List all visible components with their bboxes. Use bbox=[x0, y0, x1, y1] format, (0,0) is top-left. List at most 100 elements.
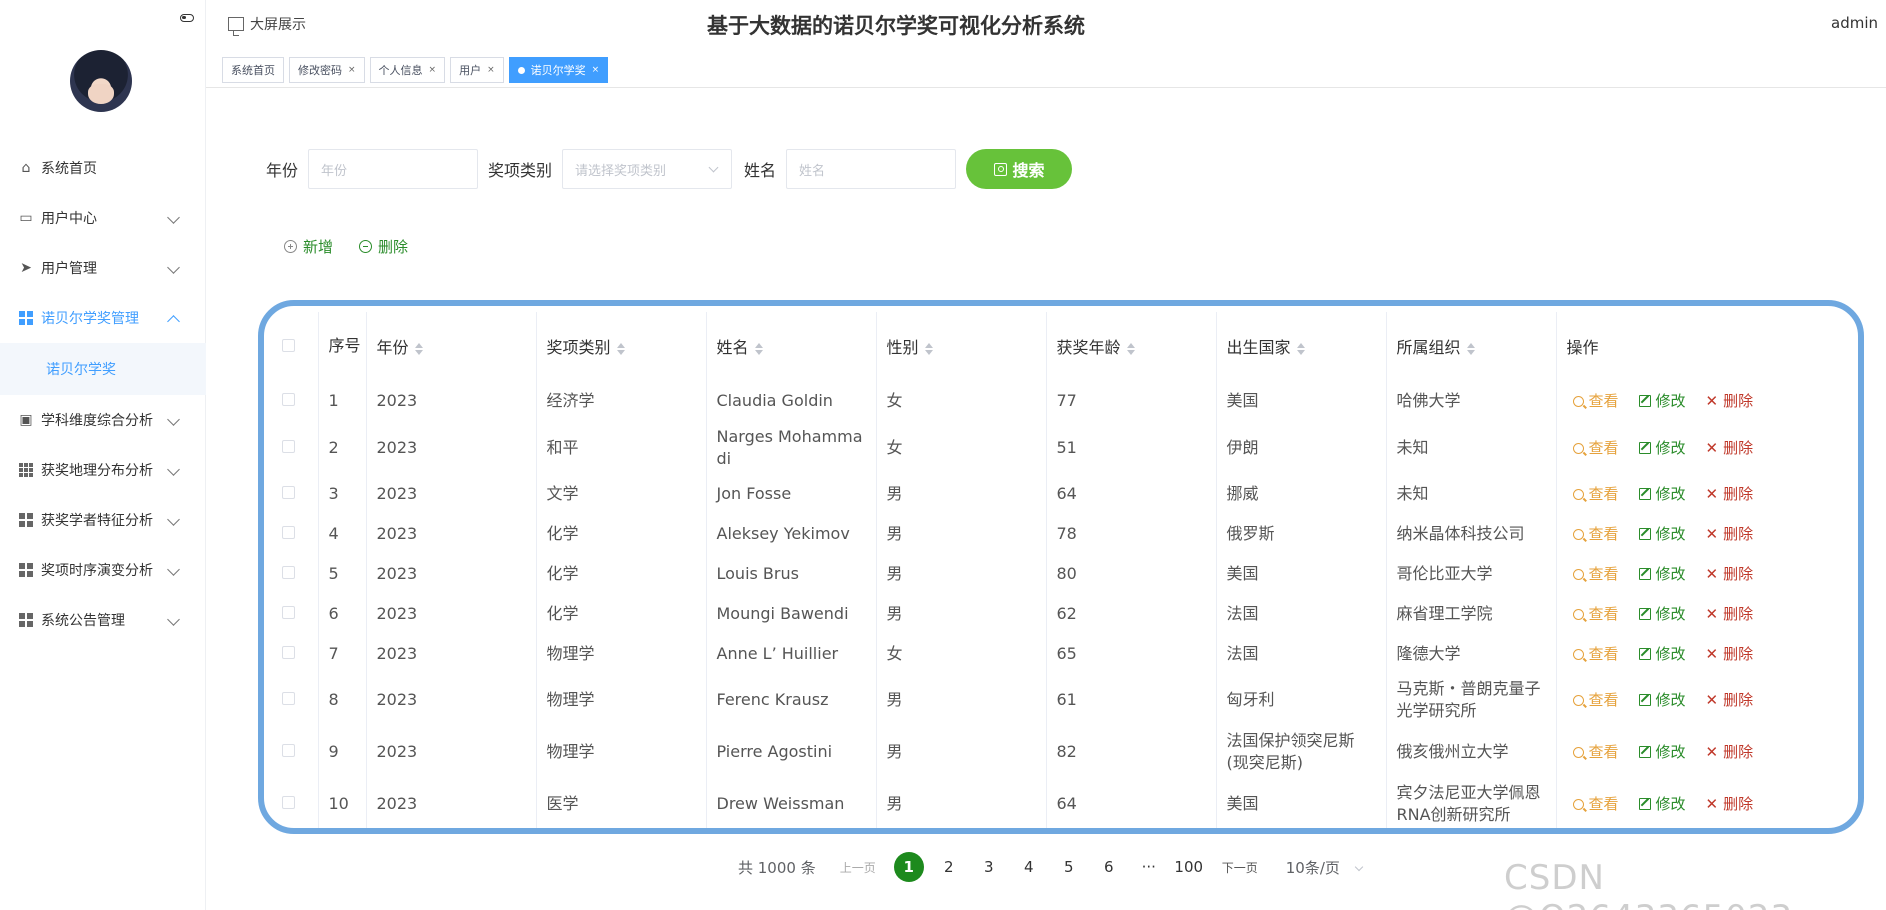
page-5[interactable]: 5 bbox=[1054, 852, 1084, 882]
page-4[interactable]: 4 bbox=[1014, 852, 1044, 882]
row-checkbox[interactable] bbox=[282, 796, 295, 809]
user-name[interactable]: admin bbox=[1831, 14, 1878, 32]
tab-change-password[interactable]: 修改密码 × bbox=[289, 57, 365, 83]
category-cell: 医学 bbox=[536, 778, 707, 828]
edit-button[interactable]: 修改 bbox=[1638, 741, 1686, 763]
sidebar-item-geo-analysis[interactable]: 获奖地理分布分析 bbox=[0, 445, 206, 495]
sort-icon[interactable] bbox=[1296, 342, 1305, 355]
sort-icon[interactable] bbox=[924, 342, 933, 355]
page-2[interactable]: 2 bbox=[934, 852, 964, 882]
tab-user[interactable]: 用户 × bbox=[450, 57, 504, 83]
delete-button[interactable]: ✕ 删除 bbox=[1706, 643, 1754, 665]
row-checkbox[interactable] bbox=[282, 646, 295, 659]
row-checkbox[interactable] bbox=[282, 526, 295, 539]
tab-profile[interactable]: 个人信息 × bbox=[369, 57, 446, 83]
edit-button[interactable]: 修改 bbox=[1638, 689, 1686, 711]
view-button[interactable]: 查看 bbox=[1572, 643, 1619, 665]
select-all-checkbox[interactable] bbox=[282, 338, 295, 352]
delete-button[interactable]: ✕ 删除 bbox=[1706, 741, 1754, 763]
delete-button[interactable]: ✕ 删除 bbox=[1706, 390, 1754, 412]
table-row: 5 2023 化学 Louis Brus 男 80 美国 哥伦比亚大学 查看 修改 ✕ 删除 bbox=[264, 554, 1858, 594]
delete-button[interactable]: ✕ 删除 bbox=[1706, 603, 1754, 625]
sort-icon[interactable] bbox=[1466, 342, 1475, 355]
close-icon[interactable]: × bbox=[592, 65, 600, 75]
sort-icon[interactable] bbox=[616, 342, 625, 355]
sort-icon[interactable] bbox=[414, 342, 423, 355]
row-checkbox[interactable] bbox=[282, 440, 295, 453]
view-button[interactable]: 查看 bbox=[1572, 603, 1619, 625]
name-input[interactable]: 姓名 bbox=[786, 149, 957, 189]
column-header-age[interactable]: 获奖年龄 bbox=[1046, 312, 1217, 380]
sidebar-subitem-nobel[interactable]: 诺贝尔学奖 bbox=[0, 343, 206, 395]
row-checkbox[interactable] bbox=[282, 744, 295, 757]
column-header-country[interactable]: 出生国家 bbox=[1216, 312, 1387, 380]
view-button[interactable]: 查看 bbox=[1572, 483, 1619, 505]
view-button[interactable]: 查看 bbox=[1572, 689, 1619, 711]
page-3[interactable]: 3 bbox=[974, 852, 1004, 882]
delete-button[interactable]: ✕ 删除 bbox=[1706, 523, 1754, 545]
view-button[interactable]: 查看 bbox=[1572, 523, 1619, 545]
year-cell: 2023 bbox=[366, 634, 537, 674]
view-button[interactable]: 查看 bbox=[1572, 437, 1619, 459]
page-ellipsis[interactable]: ··· bbox=[1134, 852, 1164, 882]
edit-button[interactable]: 修改 bbox=[1638, 563, 1686, 585]
column-header-gender[interactable]: 性别 bbox=[876, 312, 1047, 380]
edit-button[interactable]: 修改 bbox=[1638, 390, 1686, 412]
delete-button[interactable]: ✕ 删除 bbox=[1706, 483, 1754, 505]
row-checkbox[interactable] bbox=[282, 393, 295, 406]
page-size-select[interactable]: 10条/页 bbox=[1286, 857, 1366, 878]
category-select[interactable]: 请选择奖项类别 bbox=[562, 149, 733, 189]
row-checkbox[interactable] bbox=[282, 606, 295, 619]
column-header-year[interactable]: 年份 bbox=[366, 312, 537, 380]
column-header-category[interactable]: 奖项类别 bbox=[536, 312, 707, 380]
prev-page-button[interactable]: 上一页 bbox=[840, 859, 876, 876]
delete-button[interactable]: ✕ 删除 bbox=[1706, 563, 1754, 585]
delete-button[interactable]: ✕ 删除 bbox=[1706, 793, 1754, 815]
delete-button[interactable]: ✕ 删除 bbox=[1706, 689, 1754, 711]
edit-button[interactable]: 修改 bbox=[1638, 437, 1686, 459]
row-checkbox[interactable] bbox=[282, 692, 295, 705]
sidebar-item-scholar-analysis[interactable]: 获奖学者特征分析 bbox=[0, 495, 206, 545]
row-checkbox[interactable] bbox=[282, 566, 295, 579]
sidebar-toggle-icon[interactable] bbox=[180, 14, 194, 22]
sort-icon[interactable] bbox=[1126, 342, 1135, 355]
column-header-name[interactable]: 姓名 bbox=[706, 312, 877, 380]
search-button[interactable]: 搜索 bbox=[966, 149, 1073, 189]
page-100[interactable]: 100 bbox=[1174, 852, 1204, 882]
sidebar-item-nobel-management[interactable]: 诺贝尔学奖管理 bbox=[0, 293, 206, 343]
edit-button[interactable]: 修改 bbox=[1638, 483, 1686, 505]
sidebar-item-home[interactable]: ⌂ 系统首页 bbox=[0, 143, 206, 193]
add-button[interactable]: 新增 bbox=[276, 229, 341, 263]
bulk-delete-button[interactable]: 删除 bbox=[351, 229, 416, 263]
view-button[interactable]: 查看 bbox=[1572, 390, 1619, 412]
avatar[interactable] bbox=[70, 50, 132, 112]
sidebar-item-subject-analysis[interactable]: ▣ 学科维度综合分析 bbox=[0, 395, 206, 445]
edit-button[interactable]: 修改 bbox=[1638, 523, 1686, 545]
sort-icon[interactable] bbox=[754, 342, 763, 355]
edit-label: 修改 bbox=[1655, 605, 1686, 623]
edit-button[interactable]: 修改 bbox=[1638, 603, 1686, 625]
delete-button[interactable]: ✕ 删除 bbox=[1706, 437, 1754, 459]
tab-home[interactable]: 系统首页 bbox=[222, 57, 284, 83]
next-page-button[interactable]: 下一页 bbox=[1222, 859, 1258, 876]
close-icon[interactable]: × bbox=[348, 65, 356, 75]
sidebar-item-user-management[interactable]: ➤ 用户管理 bbox=[0, 243, 206, 293]
view-button[interactable]: 查看 bbox=[1572, 741, 1619, 763]
row-checkbox[interactable] bbox=[282, 486, 295, 499]
edit-button[interactable]: 修改 bbox=[1638, 643, 1686, 665]
chevron-down-icon bbox=[167, 513, 180, 526]
page-1[interactable]: 1 bbox=[893, 852, 924, 882]
edit-button[interactable]: 修改 bbox=[1638, 793, 1686, 815]
year-input[interactable]: 年份 bbox=[308, 149, 479, 189]
close-icon[interactable]: × bbox=[429, 65, 437, 75]
tab-nobel[interactable]: 诺贝尔学奖 × bbox=[508, 57, 609, 83]
sidebar-item-user-center[interactable]: ▭ 用户中心 bbox=[0, 193, 206, 243]
view-button[interactable]: 查看 bbox=[1572, 793, 1619, 815]
country-cell: 法国保护领突尼斯(现突尼斯) bbox=[1216, 726, 1387, 778]
sidebar-item-notice-management[interactable]: 系统公告管理 bbox=[0, 595, 206, 645]
column-header-org[interactable]: 所属组织 bbox=[1386, 312, 1557, 380]
page-6[interactable]: 6 bbox=[1094, 852, 1124, 882]
close-icon[interactable]: × bbox=[487, 65, 495, 75]
view-button[interactable]: 查看 bbox=[1572, 563, 1619, 585]
sidebar-item-timeline-analysis[interactable]: 奖项时序演变分析 bbox=[0, 545, 206, 595]
